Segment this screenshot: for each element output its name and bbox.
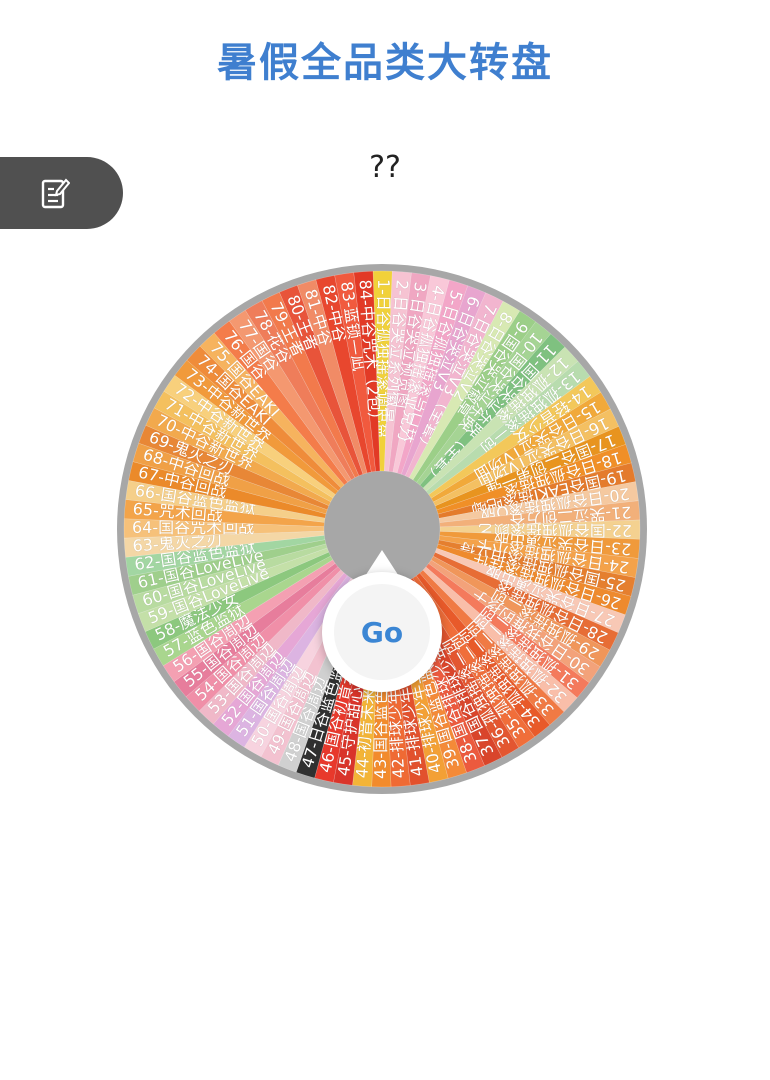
spin-result: ?? [369, 150, 401, 185]
go-button[interactable]: Go [322, 572, 442, 692]
wheel-svg: 1-日谷孤独摇滚调色盘2-日谷哭泣系列徽章3-日谷哭泣预览图4-日谷孤独摇滚亚克… [117, 264, 647, 794]
prize-wheel[interactable]: 1-日谷孤独摇滚调色盘 2-日谷哭泣系列徽章 3-日谷哭泣预览图 4-日谷孤独摇滚亚克… [115, 262, 649, 796]
go-label: Go [334, 584, 430, 680]
page-title: 暑假全品类大转盘 [217, 40, 553, 86]
